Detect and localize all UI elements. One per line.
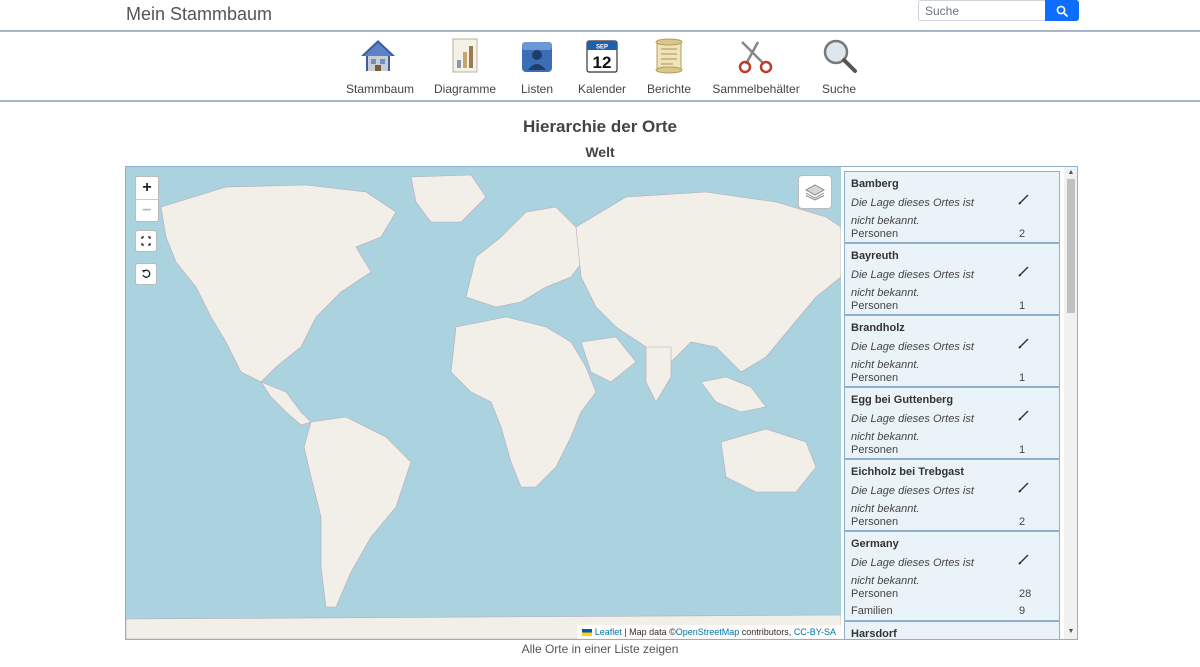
menu-label: Kalender: [578, 82, 627, 96]
layers-icon: [805, 184, 825, 201]
place-note: Die Lage dieses Ortes ist nicht bekannt.: [851, 413, 974, 443]
place-card: Brandholz Die Lage dieses Ortes ist nich…: [844, 315, 1060, 387]
pencil-icon[interactable]: [1017, 264, 1031, 278]
search-button[interactable]: [1045, 0, 1079, 21]
place-persons-row: Personen 1: [851, 444, 1026, 456]
pencil-icon[interactable]: [1017, 408, 1031, 422]
search-form: [918, 0, 1079, 21]
place-note: Die Lage dieses Ortes ist nicht bekannt.: [851, 557, 974, 587]
place-note: Die Lage dieses Ortes ist nicht bekannt.: [851, 197, 974, 227]
menu-item-suche[interactable]: Suche: [820, 36, 858, 96]
fullscreen-button[interactable]: [135, 230, 157, 252]
place-persons-row: Personen 1: [851, 372, 1026, 384]
main-menu: Stammbaum Diagramme Listen SEP 12 Kalend…: [0, 32, 1200, 102]
menu-label: Listen: [520, 82, 554, 96]
leaflet-link[interactable]: Leaflet: [595, 627, 622, 637]
show-all-places-link[interactable]: Alle Orte in einer Liste zeigen: [0, 642, 1200, 656]
pencil-icon[interactable]: [1017, 336, 1031, 350]
menu-item-stammbaum[interactable]: Stammbaum: [346, 36, 415, 96]
people-icon: [522, 42, 552, 72]
place-name-link[interactable]: Brandholz: [851, 322, 905, 334]
place-list-scrollbar[interactable]: ▲ ▼: [1064, 167, 1077, 639]
scroll-thumb[interactable]: [1067, 179, 1075, 313]
place-persons-row: Personen 2: [851, 228, 1026, 240]
place-list: Bamberg Die Lage dieses Ortes ist nicht …: [842, 167, 1064, 639]
svg-text:SEP: SEP: [596, 45, 608, 51]
menu-item-sammelbehaelter[interactable]: Sammelbehälter: [712, 36, 800, 96]
chart-icon: [452, 38, 478, 73]
layers-button[interactable]: [798, 175, 832, 209]
pencil-icon[interactable]: [1017, 192, 1031, 206]
zoom-control: + −: [135, 176, 159, 222]
page-subtitle: Welt: [585, 144, 615, 160]
menu-label: Berichte: [646, 82, 692, 96]
place-name-link[interactable]: Eichholz bei Trebgast: [851, 466, 964, 478]
place-card: Harsdorf: [844, 621, 1060, 639]
place-persons-row: Personen 28: [851, 588, 1032, 600]
calendar-icon: SEP 12: [586, 40, 618, 73]
place-card: Eichholz bei Trebgast Die Lage dieses Or…: [844, 459, 1060, 531]
zoom-in-button[interactable]: +: [136, 177, 158, 199]
menu-label: Sammelbehälter: [712, 82, 800, 96]
world-map[interactable]: + − Leaflet | Map data ©OpenStreetMap co…: [126, 167, 841, 639]
place-persons-row: Personen 1: [851, 300, 1026, 312]
place-card: Bamberg Die Lage dieses Ortes ist nicht …: [844, 171, 1060, 243]
place-card: Bayreuth Die Lage dieses Ortes ist nicht…: [844, 243, 1060, 315]
zoom-out-button[interactable]: −: [136, 199, 158, 221]
place-note: Die Lage dieses Ortes ist nicht bekannt.: [851, 485, 974, 515]
menu-item-listen[interactable]: Listen: [516, 36, 558, 96]
osm-link[interactable]: OpenStreetMap: [676, 627, 740, 637]
map-tiles: [126, 174, 841, 639]
menu-item-berichte[interactable]: Berichte: [646, 36, 692, 96]
place-name-link[interactable]: Harsdorf: [851, 628, 897, 639]
menu-item-diagramme[interactable]: Diagramme: [434, 36, 496, 96]
place-families-row: Familien 9: [851, 605, 1026, 617]
menu-item-kalender[interactable]: SEP 12 Kalender: [578, 36, 626, 96]
place-name-link[interactable]: Egg bei Guttenberg: [851, 394, 953, 406]
svg-text:12: 12: [593, 53, 612, 72]
scroll-icon: [655, 38, 683, 74]
undo-icon: [142, 269, 151, 278]
place-card: Germany Die Lage dieses Ortes ist nicht …: [844, 531, 1060, 621]
place-note: Die Lage dieses Ortes ist nicht bekannt.: [851, 269, 974, 299]
scroll-down-icon[interactable]: ▼: [1067, 628, 1075, 636]
ukraine-flag-icon: [581, 629, 592, 636]
scroll-up-icon[interactable]: ▲: [1067, 169, 1075, 177]
place-card: Egg bei Guttenberg Die Lage dieses Ortes…: [844, 387, 1060, 459]
magnifier-icon: [823, 39, 857, 73]
menu-label: Diagramme: [434, 82, 497, 96]
fullscreen-icon: [141, 236, 151, 246]
place-hierarchy-frame: + − Leaflet | Map data ©OpenStreetMap co…: [125, 166, 1078, 640]
menu-label: Stammbaum: [346, 82, 415, 96]
map-attribution: Leaflet | Map data ©OpenStreetMap contri…: [576, 625, 841, 639]
search-icon: [1056, 5, 1068, 17]
page-title: Hierarchie der Orte: [522, 117, 677, 136]
place-persons-row: Personen 2: [851, 516, 1026, 528]
menu-label: Suche: [821, 82, 857, 96]
license-link[interactable]: CC-BY-SA: [794, 627, 836, 637]
brand-link[interactable]: Mein Stammbaum: [126, 4, 272, 25]
top-navbar: Mein Stammbaum: [0, 0, 1200, 32]
house-icon: [361, 40, 395, 71]
place-name-link[interactable]: Germany: [851, 538, 899, 550]
place-name-link[interactable]: Bayreuth: [851, 250, 899, 262]
scissors-icon: [738, 41, 773, 74]
reset-view-button[interactable]: [135, 263, 157, 285]
pencil-icon[interactable]: [1017, 552, 1031, 566]
search-input[interactable]: [918, 0, 1045, 21]
place-name-link[interactable]: Bamberg: [851, 178, 899, 190]
pencil-icon[interactable]: [1017, 480, 1031, 494]
place-note: Die Lage dieses Ortes ist nicht bekannt.: [851, 341, 974, 371]
